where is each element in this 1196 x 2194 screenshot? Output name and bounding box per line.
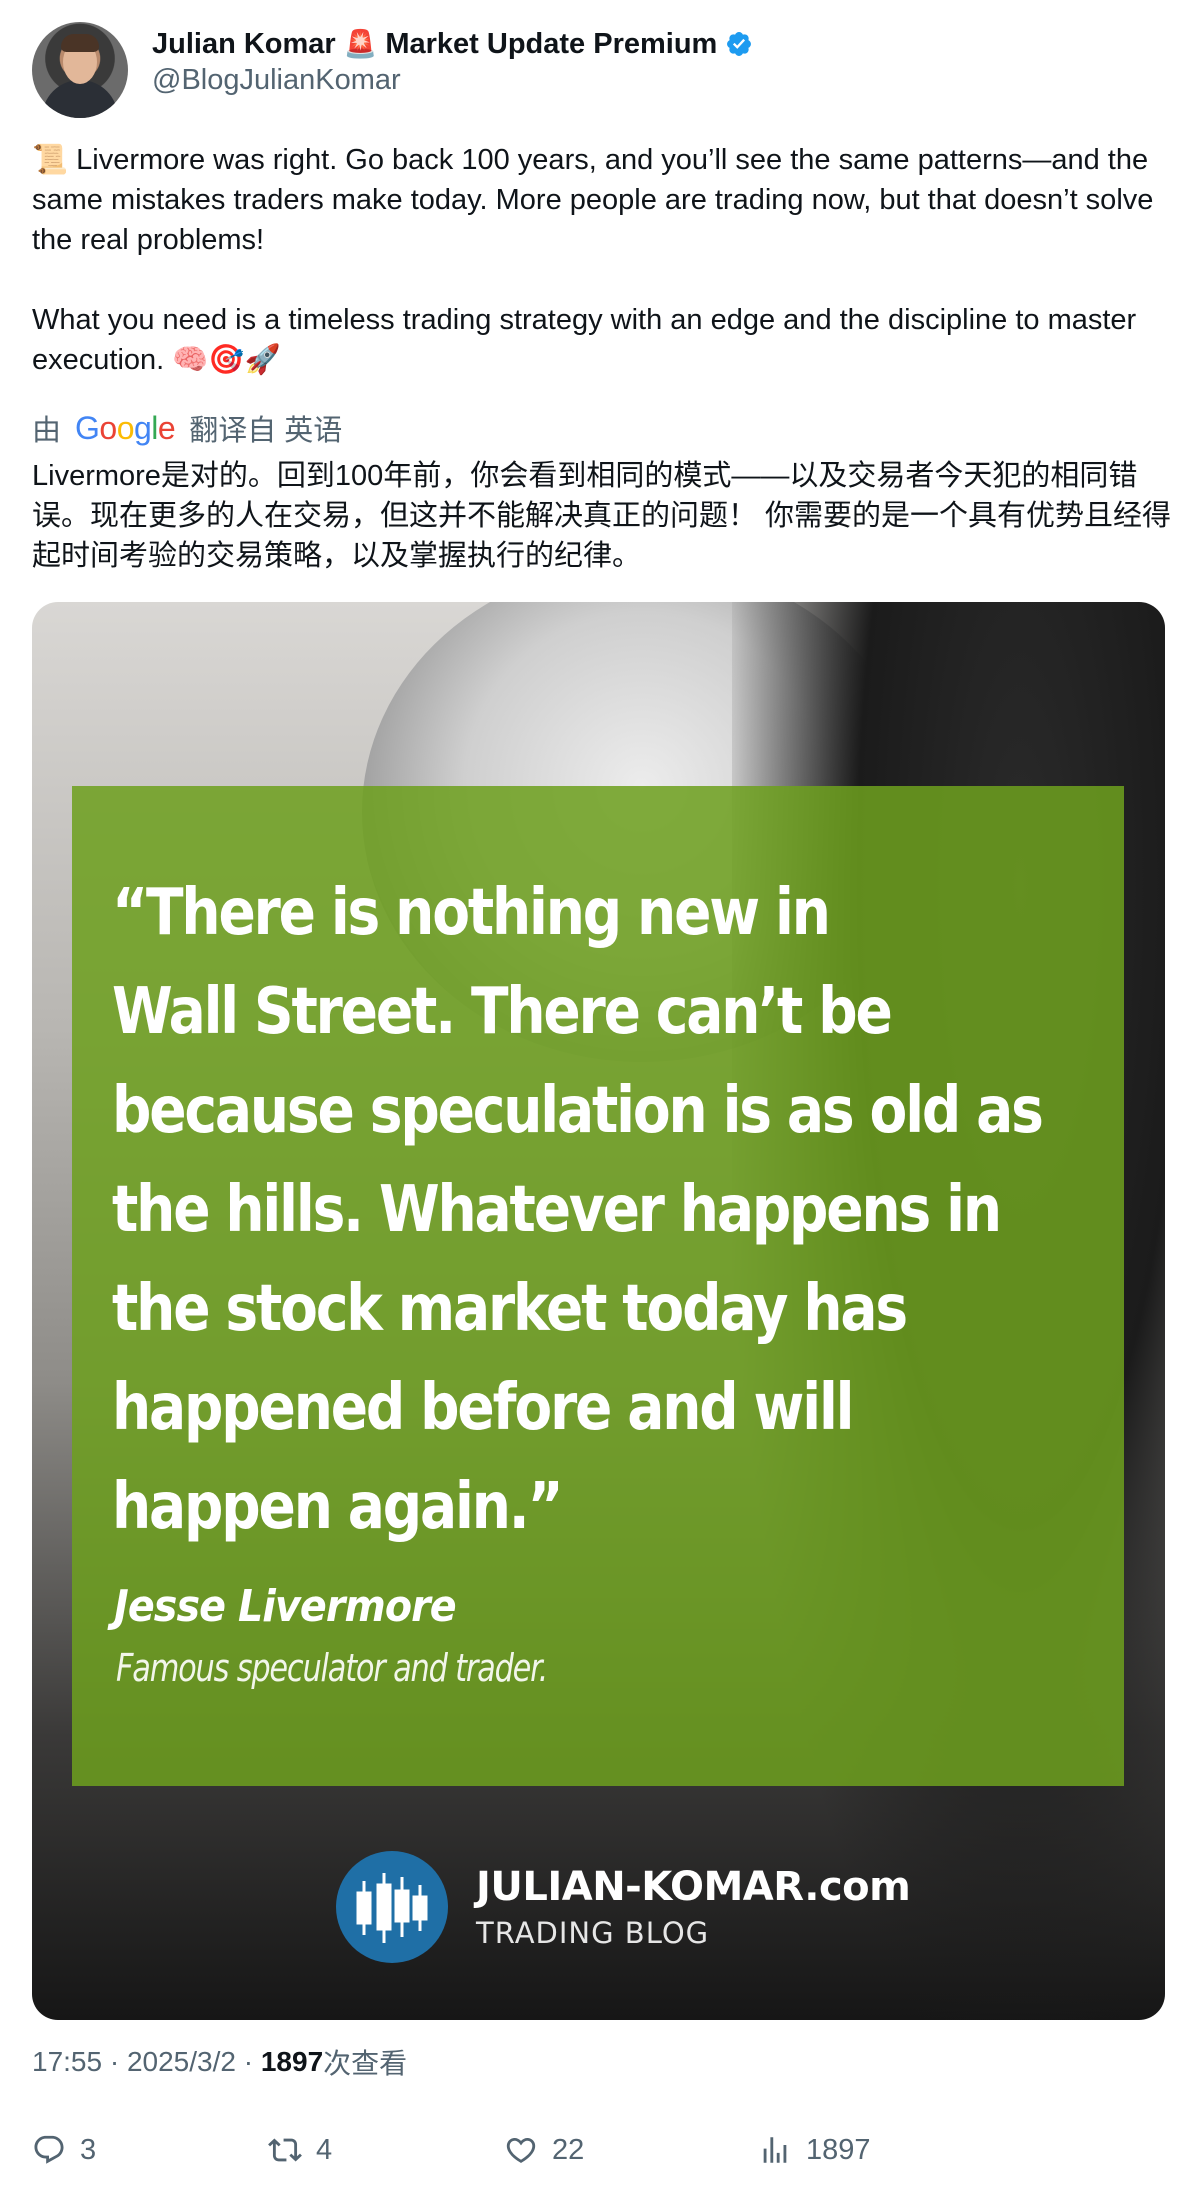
tweet-meta: 17:55 · 2025/3/2 · 1897 次查看 bbox=[32, 2042, 407, 2082]
quote-box: “There is nothing new in Wall Street. Th… bbox=[72, 786, 1124, 1786]
views-count: 1897 bbox=[260, 2046, 324, 2077]
tweet-time[interactable]: 17:55 bbox=[32, 2046, 102, 2078]
quote-line: the stock market today has bbox=[112, 1272, 908, 1346]
quote-author: Jesse Livermore bbox=[114, 1581, 457, 1632]
translated-text: Livermore是对的。回到100年前，你会看到相同的模式——以及交易者今天犯… bbox=[32, 460, 1172, 572]
google-logo: Google bbox=[75, 409, 176, 446]
translation-attribution[interactable]: 由 Google 翻译自 英语 bbox=[32, 408, 342, 448]
reply-count: 3 bbox=[80, 2133, 97, 2166]
display-name[interactable]: Julian Komar bbox=[152, 28, 336, 61]
avatar[interactable] bbox=[32, 22, 128, 118]
reply-icon bbox=[34, 2135, 64, 2164]
name-row[interactable]: Julian Komar 🚨 Market Update Premium bbox=[152, 24, 753, 64]
tweet-text: 📜 Livermore was right. Go back 100 years… bbox=[32, 140, 1172, 380]
brand-subtitle: TRADING BLOG bbox=[476, 1916, 710, 1950]
brand-site: JULIAN-KOMAR.com bbox=[476, 1864, 911, 1910]
like-button[interactable]: 22 bbox=[504, 2126, 584, 2174]
avatar-suit bbox=[42, 80, 118, 118]
reply-button[interactable]: 3 bbox=[32, 2126, 96, 2174]
brand-block: JULIAN-KOMAR.com TRADING BLOG bbox=[336, 1850, 911, 1964]
action-bar: 3 4 22 1897 bbox=[32, 2126, 1162, 2174]
views-button[interactable]: 1897 bbox=[758, 2126, 871, 2174]
repost-icon bbox=[268, 2138, 302, 2162]
meta-separator: · bbox=[235, 2046, 261, 2077]
tweet-image[interactable]: “There is nothing new in Wall Street. Th… bbox=[32, 602, 1165, 2020]
quote-text: “There is nothing new in Wall Street. Th… bbox=[112, 864, 1101, 1557]
quote-line: because speculation is as old as bbox=[112, 1074, 1044, 1148]
siren-emoji: 🚨 bbox=[343, 29, 378, 59]
repost-count: 4 bbox=[316, 2133, 333, 2166]
analytics-icon bbox=[763, 2137, 787, 2163]
tweet-paragraph-1: 📜 Livermore was right. Go back 100 years… bbox=[32, 144, 1154, 256]
repost-button[interactable]: 4 bbox=[268, 2126, 332, 2174]
views-action-count: 1897 bbox=[806, 2133, 871, 2166]
quote-line: “There is nothing new in bbox=[112, 876, 831, 950]
like-count: 22 bbox=[552, 2133, 585, 2166]
candlestick-logo-icon bbox=[336, 1851, 448, 1963]
quote-line: happen again.” bbox=[112, 1470, 564, 1544]
tweet-header: Julian Komar 🚨 Market Update Premium @Bl… bbox=[32, 22, 1164, 122]
quote-line: the hills. Whatever happens in bbox=[112, 1173, 1002, 1247]
brand-text: JULIAN-KOMAR.com TRADING BLOG bbox=[476, 1864, 911, 1950]
meta-separator: · bbox=[102, 2046, 127, 2077]
avatar-hair bbox=[61, 34, 99, 52]
author-handle[interactable]: @BlogJulianKomar bbox=[152, 64, 401, 97]
heart-icon bbox=[506, 2137, 536, 2163]
tweet-paragraph-2: What you need is a timeless trading stra… bbox=[32, 304, 1137, 376]
name-suffix[interactable]: Market Update Premium bbox=[385, 28, 717, 61]
translation-label[interactable]: 翻译自 英语 bbox=[189, 407, 342, 449]
quote-author-role: Famous speculator and trader. bbox=[116, 1646, 548, 1690]
quote-line: Wall Street. There can’t be bbox=[112, 975, 893, 1049]
verified-badge-icon[interactable] bbox=[725, 30, 753, 58]
translation-by: 由 bbox=[32, 415, 62, 447]
quote-line: happened before and will bbox=[112, 1371, 855, 1445]
views-label: 次查看 bbox=[323, 2048, 408, 2079]
tweet-date[interactable]: 2025/3/2 bbox=[127, 2046, 236, 2078]
